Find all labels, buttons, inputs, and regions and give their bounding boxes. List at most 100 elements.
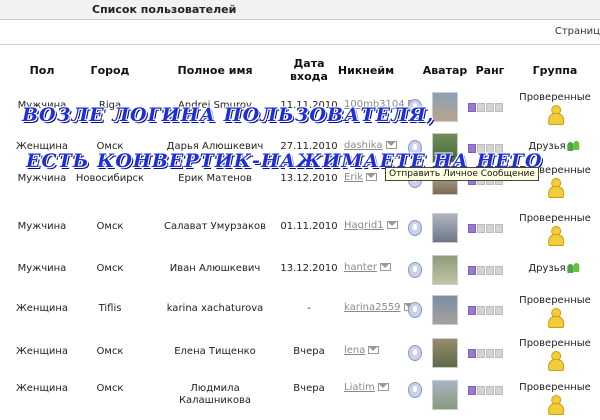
user-nick-link[interactable]: Hagrid1	[344, 220, 384, 231]
rank-square	[495, 305, 503, 315]
cell-fullname-line1: Иван Алюшкевич	[169, 263, 261, 274]
status-icon[interactable]	[408, 220, 422, 236]
avatar[interactable]	[432, 133, 458, 163]
rank-square	[468, 223, 476, 233]
user-nick-link[interactable]: dashika	[344, 140, 383, 151]
rank-square	[486, 265, 494, 275]
cell-last-login: 27.11.2010	[280, 141, 338, 152]
group-label: Проверенные	[519, 382, 591, 393]
col-date-header-line1: Дата	[293, 57, 325, 70]
rank-square	[495, 348, 503, 358]
table-row: Женщина Омск Елена Тищенко Вчера lena Пр…	[0, 338, 600, 378]
rank-square	[486, 385, 494, 395]
rank-square	[495, 143, 503, 153]
group-label: Друзья	[528, 141, 566, 152]
col-nick-header[interactable]: Никнейм	[338, 64, 394, 77]
rank-indicator	[468, 141, 504, 154]
cell-gender: Женщина	[15, 346, 69, 357]
col-rank-header[interactable]: Ранг	[476, 64, 505, 77]
rank-indicator	[468, 303, 504, 316]
cell-fullname: Салават Умурзаков	[164, 221, 266, 233]
rank-square	[495, 102, 503, 112]
rank-indicator	[468, 263, 504, 276]
status-icon[interactable]	[408, 262, 422, 278]
status-icon[interactable]	[408, 302, 422, 318]
avatar[interactable]	[432, 338, 458, 368]
rank-square	[468, 143, 476, 153]
col-city-header[interactable]: Город	[91, 64, 130, 77]
cell-fullname-line1: Елена Тищенко	[174, 346, 256, 357]
cell-nick: karina2559	[344, 302, 415, 313]
user-nick-link[interactable]: lena	[344, 345, 365, 356]
cell-fullname: Елена Тищенко	[174, 346, 256, 358]
table-row: Мужчина Омск Салават Умурзаков 01.11.201…	[0, 213, 600, 253]
rank-square	[468, 102, 476, 112]
avatar[interactable]	[432, 380, 458, 410]
cell-city: Riga	[98, 100, 122, 111]
avatar[interactable]	[432, 255, 458, 285]
rank-square	[477, 385, 485, 395]
cell-city: Tiflis	[98, 303, 122, 314]
user-nick-link[interactable]: Erik	[344, 172, 363, 183]
page-title: Список пользователей	[92, 3, 237, 16]
table-row: Мужчина Омск Иван Алюшкевич 13.12.2010 h…	[0, 255, 600, 295]
cell-last-login: Вчера	[293, 346, 325, 357]
avatar[interactable]	[432, 213, 458, 243]
cell-fullname: Дарья Алюшкевич	[167, 141, 264, 153]
rank-square	[468, 265, 476, 275]
envelope-icon[interactable]	[366, 173, 377, 181]
avatar[interactable]	[432, 295, 458, 325]
cell-group: Друзья	[528, 141, 581, 153]
cell-last-login: 11.11.2010	[280, 100, 338, 111]
cell-city: Омск	[96, 346, 124, 357]
col-fullname-header[interactable]: Полное имя	[177, 64, 252, 77]
user-nick-link[interactable]: 100mb3104	[344, 99, 405, 110]
cell-gender: Женщина	[15, 383, 69, 394]
table-row: Женщина Омск Людмила Калашникова Вчера L…	[0, 380, 600, 420]
user-nick-link[interactable]: Liatim	[344, 382, 375, 393]
cell-fullname: Людмила Калашникова	[179, 383, 251, 407]
rank-square	[486, 143, 494, 153]
status-icon[interactable]	[408, 345, 422, 361]
envelope-icon[interactable]	[385, 141, 397, 149]
col-date-header[interactable]: Дата входа	[290, 57, 328, 83]
cell-gender: Мужчина	[17, 173, 67, 184]
friends-icon	[567, 141, 582, 151]
cell-city: Омск	[96, 221, 124, 232]
cell-fullname-line1: Дарья Алюшкевич	[166, 141, 264, 152]
user-icon	[548, 308, 564, 328]
envelope-icon[interactable]	[368, 346, 380, 354]
col-group-header[interactable]: Группа	[533, 64, 578, 77]
user-nick-link[interactable]: karina2559	[344, 302, 401, 313]
rank-square	[495, 385, 503, 395]
cell-nick: dashika	[344, 140, 397, 151]
cell-gender: Мужчина	[17, 100, 67, 111]
status-icon[interactable]	[408, 140, 422, 156]
cell-fullname-line1: Ерик Матенов	[178, 173, 252, 184]
cell-city: Омск	[96, 383, 124, 394]
rank-square	[495, 223, 503, 233]
cell-last-login: -	[307, 303, 311, 314]
cell-fullname-line2: Калашникова	[178, 395, 252, 406]
table-row: Женщина Tiflis karina xachaturova - kari…	[0, 295, 600, 335]
status-icon[interactable]	[408, 382, 422, 398]
rank-square	[486, 305, 494, 315]
cell-group: Проверенные	[519, 338, 591, 371]
cell-group: Проверенные	[519, 92, 591, 125]
rank-square	[486, 223, 494, 233]
cell-group: Проверенные	[519, 382, 591, 415]
envelope-icon[interactable]	[380, 263, 391, 271]
rank-indicator	[468, 383, 504, 396]
avatar[interactable]	[432, 92, 458, 122]
status-icon[interactable]	[408, 99, 422, 115]
envelope-icon[interactable]	[377, 383, 389, 391]
col-gender-header[interactable]: Пол	[30, 64, 55, 77]
rank-indicator	[468, 346, 504, 359]
rank-square	[477, 102, 485, 112]
user-nick-link[interactable]: hanter	[344, 262, 377, 273]
rank-square	[486, 102, 494, 112]
col-avatar-header: Аватар	[422, 64, 468, 77]
col-date-header-line2: входа	[290, 70, 328, 83]
cell-nick: Erik	[344, 172, 377, 183]
envelope-icon[interactable]	[386, 221, 398, 229]
